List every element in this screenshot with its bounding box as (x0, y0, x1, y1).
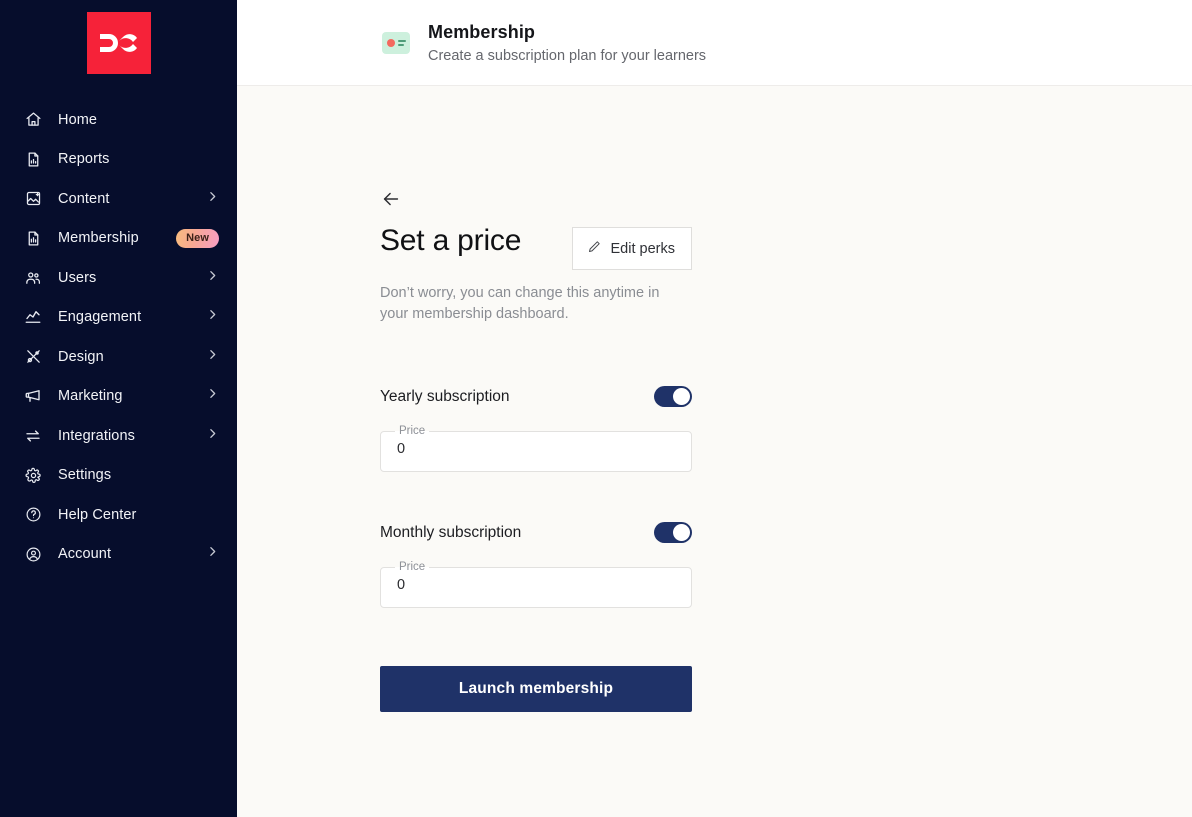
users-icon (22, 267, 44, 289)
status-badge: New (176, 228, 219, 248)
card-line (398, 43, 404, 46)
yearly-subscription-label: Yearly subscription (380, 387, 510, 405)
edit-perks-label: Edit perks (610, 240, 675, 257)
edit-perks-button[interactable]: Edit perks (571, 227, 692, 270)
sidebar-item-users[interactable]: Users (0, 258, 237, 298)
sidebar-item-membership[interactable]: Membership New (0, 219, 237, 259)
page-header: Membership Create a subscription plan fo… (237, 0, 1192, 86)
sidebar-item-label: Help Center (58, 506, 137, 523)
sidebar-item-integrations[interactable]: Integrations (0, 416, 237, 456)
sidebar-item-label: Design (58, 348, 104, 365)
app-root: Home Reports Content Membership New User… (0, 0, 1192, 817)
graphy-logo[interactable] (86, 12, 151, 74)
sidebar-item-label: Home (58, 111, 98, 128)
membership-card-icon (382, 31, 410, 54)
chevron-right-icon (206, 427, 219, 445)
sidebar-item-content[interactable]: Content (0, 179, 237, 219)
launch-membership-button[interactable]: Launch membership (380, 666, 692, 713)
monthly-price-field: Price (380, 561, 692, 609)
price-form: Set a price Edit perks Don’t worry, you … (237, 86, 797, 817)
sidebar-item-reports[interactable]: Reports (0, 140, 237, 180)
chevron-right-icon (206, 348, 219, 366)
main-area: Membership Create a subscription plan fo… (237, 0, 1192, 817)
sidebar-item-label: Reports (58, 151, 110, 168)
yearly-price-field: Price (380, 425, 692, 473)
sidebar-item-home[interactable]: Home (0, 100, 237, 140)
sidebar-item-label: Content (58, 190, 110, 207)
sidebar-item-label: Users (58, 269, 97, 286)
chevron-right-icon (206, 308, 219, 326)
sidebar-item-label: Integrations (58, 427, 135, 444)
chevron-right-icon (206, 387, 219, 405)
sidebar-item-label: Engagement (58, 309, 142, 326)
sidebar-item-design[interactable]: Design (0, 337, 237, 377)
sidebar-item-label: Marketing (58, 388, 123, 405)
monthly-toggle-row: Monthly subscription (380, 522, 692, 544)
sidebar-item-label: Membership (58, 230, 139, 247)
membership-preview: Become a member Interact with instructor… (797, 86, 1192, 817)
toggle-knob (673, 388, 690, 406)
chevron-right-icon (206, 269, 219, 287)
header-text-block: Membership Create a subscription plan fo… (428, 22, 706, 64)
sidebar-item-engagement[interactable]: Engagement (0, 298, 237, 338)
page-subtitle: Create a subscription plan for your lear… (428, 47, 707, 64)
sidebar-item-account[interactable]: Account (0, 535, 237, 575)
form-title: Set a price (380, 224, 522, 257)
sidebar-item-settings[interactable]: Settings (0, 456, 237, 496)
arrow-left-icon[interactable] (380, 188, 402, 210)
report-document-icon (22, 148, 44, 170)
page-title: Membership (428, 21, 536, 42)
home-icon (22, 109, 44, 131)
card-dot (387, 38, 395, 47)
chevron-right-icon (206, 545, 219, 563)
title-row: Set a price Edit perks (380, 224, 692, 270)
engagement-chart-icon (22, 306, 44, 328)
help-circle-icon (22, 504, 44, 526)
sidebar-item-label: Account (58, 546, 112, 563)
content-image-icon (22, 188, 44, 210)
sidebar-nav: Home Reports Content Membership New User… (0, 100, 237, 574)
sidebar-item-label: Settings (58, 467, 112, 484)
monthly-subscription-label: Monthly subscription (380, 523, 522, 541)
membership-document-icon (22, 227, 44, 249)
gear-icon (22, 464, 44, 486)
content-area: Set a price Edit perks Don’t worry, you … (237, 86, 1192, 817)
sidebar-item-marketing[interactable]: Marketing (0, 377, 237, 417)
yearly-toggle-row: Yearly subscription (380, 386, 692, 408)
chevron-right-icon (206, 190, 219, 208)
marketing-megaphone-icon (22, 385, 44, 407)
yearly-price-input[interactable] (381, 426, 691, 472)
card-line (398, 39, 406, 42)
monthly-subscription-toggle[interactable] (654, 522, 692, 544)
form-description: Don’t worry, you can change this anytime… (380, 285, 660, 322)
logo-container[interactable] (0, 0, 237, 86)
sidebar: Home Reports Content Membership New User… (0, 0, 237, 817)
sidebar-item-help-center[interactable]: Help Center (0, 495, 237, 535)
pencil-icon (587, 239, 602, 258)
integrations-arrows-icon (22, 425, 44, 447)
monthly-price-input[interactable] (381, 562, 691, 608)
account-circle-icon (22, 543, 44, 565)
design-brush-icon (22, 346, 44, 368)
toggle-knob (673, 524, 690, 542)
yearly-subscription-toggle[interactable] (654, 386, 692, 408)
